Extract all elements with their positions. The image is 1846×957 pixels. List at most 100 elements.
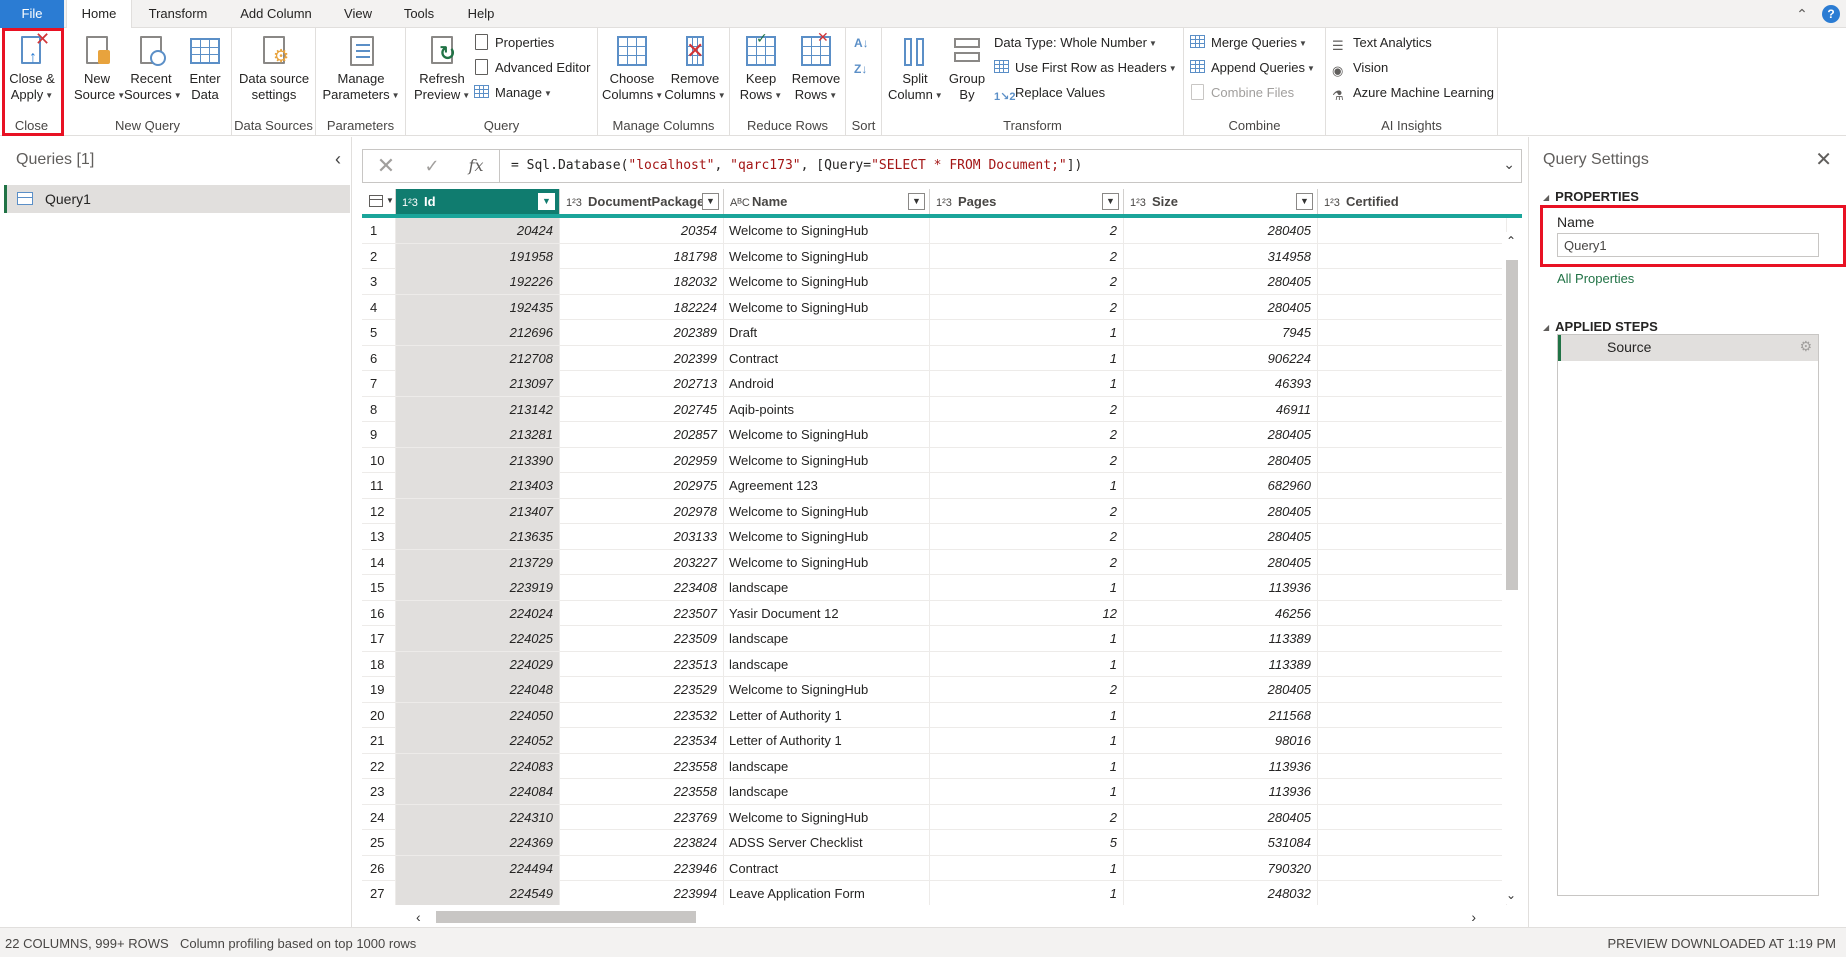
cell-name[interactable]: Welcome to SigningHub — [724, 804, 930, 830]
cell-documentpackageid[interactable]: 203133 — [560, 524, 724, 549]
formula-commit-icon[interactable]: ✓ — [419, 154, 445, 178]
table-row[interactable]: 21 224052 223534 Letter of Authority 1 1 9801… — [362, 728, 1507, 754]
cell-size[interactable]: 211568 — [1124, 702, 1318, 728]
cell-size[interactable]: 280405 — [1124, 422, 1318, 447]
cell-size[interactable]: 790320 — [1124, 855, 1318, 881]
query-list-item[interactable]: Query1 — [4, 185, 350, 213]
tab-add-column[interactable]: Add Column — [228, 0, 324, 28]
cell-pages[interactable]: 1 — [930, 575, 1124, 600]
cell-id[interactable]: 192435 — [396, 294, 560, 320]
cell-size[interactable]: 46393 — [1124, 371, 1318, 396]
cell-id[interactable]: 213390 — [396, 447, 560, 473]
table-row[interactable]: 9 213281 202857 Welcome to SigningHub 2 28040… — [362, 422, 1507, 448]
cell-size[interactable]: 280405 — [1124, 447, 1318, 473]
table-row[interactable]: 18 224029 223513 landscape 1 113389 — [362, 651, 1507, 677]
cell-name[interactable]: ADSS Server Checklist — [724, 830, 930, 855]
cell-id[interactable]: 224083 — [396, 753, 560, 779]
column-profiling-status[interactable]: Column profiling based on top 1000 rows — [180, 936, 416, 951]
column-filter-icon[interactable]: ▼ — [1296, 193, 1313, 210]
gear-icon[interactable]: ⚙ — [1799, 338, 1812, 355]
cell-size[interactable]: 113936 — [1124, 753, 1318, 779]
tab-file[interactable]: File — [0, 0, 64, 28]
table-row[interactable]: 6 212708 202399 Contract 1 906224 — [362, 345, 1507, 371]
cell-size[interactable]: 113389 — [1124, 651, 1318, 677]
cell-size[interactable]: 280405 — [1124, 804, 1318, 830]
cell-pages[interactable]: 5 — [930, 830, 1124, 855]
table-row[interactable]: 8 213142 202745 Aqib-points 2 46911 — [362, 396, 1507, 422]
cell-certified[interactable] — [1318, 422, 1507, 447]
formula-input[interactable]: = Sql.Database("localhost", "qarc173", [… — [511, 158, 1082, 173]
cell-id[interactable]: 224369 — [396, 830, 560, 855]
cell-name[interactable]: Leave Application Form — [724, 881, 930, 905]
cell-id[interactable]: 213142 — [396, 396, 560, 422]
manage-button[interactable]: Manage ▼ — [474, 82, 552, 104]
cell-pages[interactable]: 2 — [930, 677, 1124, 702]
cell-documentpackageid[interactable]: 202745 — [560, 396, 724, 422]
cell-certified[interactable] — [1318, 447, 1507, 473]
cell-documentpackageid[interactable]: 223946 — [560, 855, 724, 881]
cell-pages[interactable]: 2 — [930, 294, 1124, 320]
cell-size[interactable]: 113936 — [1124, 575, 1318, 600]
cell-size[interactable]: 280405 — [1124, 218, 1318, 243]
cell-size[interactable]: 280405 — [1124, 269, 1318, 294]
cell-documentpackageid[interactable]: 182032 — [560, 269, 724, 294]
cell-pages[interactable]: 1 — [930, 753, 1124, 779]
cell-certified[interactable] — [1318, 371, 1507, 396]
cell-id[interactable]: 212708 — [396, 345, 560, 371]
cell-id[interactable]: 224029 — [396, 651, 560, 677]
vertical-scrollbar[interactable]: ⌃ ⌄ — [1502, 232, 1522, 904]
column-filter-icon[interactable]: ▼ — [1102, 193, 1119, 210]
cell-documentpackageid[interactable]: 223507 — [560, 600, 724, 626]
cell-documentpackageid[interactable]: 202975 — [560, 473, 724, 498]
cell-certified[interactable] — [1318, 345, 1507, 371]
collapse-queries-pane-icon[interactable]: ‹ — [335, 149, 341, 170]
cell-id[interactable]: 213635 — [396, 524, 560, 549]
sort-descending-icon[interactable]: Z↓ — [854, 58, 867, 80]
column-header-id[interactable]: 1²3 Id ▼ — [396, 189, 560, 214]
table-row[interactable]: 13 213635 203133 Welcome to SigningHub 2 2804… — [362, 524, 1507, 550]
column-filter-icon[interactable]: ▼ — [538, 193, 555, 210]
cell-id[interactable]: 212696 — [396, 320, 560, 345]
cell-size[interactable]: 7945 — [1124, 320, 1318, 345]
table-row[interactable]: 10 213390 202959 Welcome to SigningHub 2 2804… — [362, 447, 1507, 473]
cell-pages[interactable]: 2 — [930, 447, 1124, 473]
cell-name[interactable]: landscape — [724, 753, 930, 779]
cell-id[interactable]: 224025 — [396, 626, 560, 651]
cell-documentpackageid[interactable]: 202389 — [560, 320, 724, 345]
table-row[interactable]: 26 224494 223946 Contract 1 790320 — [362, 855, 1507, 881]
cell-documentpackageid[interactable]: 202399 — [560, 345, 724, 371]
cell-documentpackageid[interactable]: 202713 — [560, 371, 724, 396]
cell-certified[interactable] — [1318, 855, 1507, 881]
cell-size[interactable]: 531084 — [1124, 830, 1318, 855]
cell-certified[interactable] — [1318, 626, 1507, 651]
cell-pages[interactable]: 1 — [930, 855, 1124, 881]
cell-size[interactable]: 682960 — [1124, 473, 1318, 498]
cell-size[interactable]: 280405 — [1124, 498, 1318, 524]
cell-size[interactable]: 113936 — [1124, 779, 1318, 804]
cell-name[interactable]: Aqib-points — [724, 396, 930, 422]
cell-pages[interactable]: 2 — [930, 269, 1124, 294]
new-source-button[interactable]: New Source ▼ — [74, 32, 125, 112]
table-row[interactable]: 12 213407 202978 Welcome to SigningHub 2 2804… — [362, 498, 1507, 524]
text-analytics-button[interactable]: ☰ Text Analytics — [1332, 32, 1432, 54]
cell-id[interactable]: 213729 — [396, 549, 560, 575]
choose-columns-button[interactable]: Choose Columns ▼ — [602, 32, 663, 112]
cell-id[interactable]: 20424 — [396, 218, 560, 243]
cell-name[interactable]: landscape — [724, 575, 930, 600]
tab-tools[interactable]: Tools — [394, 0, 444, 28]
cell-pages[interactable]: 12 — [930, 600, 1124, 626]
cell-documentpackageid[interactable]: 223994 — [560, 881, 724, 905]
cell-size[interactable]: 314958 — [1124, 243, 1318, 269]
table-row[interactable]: 19 224048 223529 Welcome to SigningHub 2 2804… — [362, 677, 1507, 703]
cell-certified[interactable] — [1318, 549, 1507, 575]
tab-help[interactable]: Help — [458, 0, 504, 28]
refresh-preview-button[interactable]: ↻ Refresh Preview ▼ — [414, 32, 470, 112]
table-row[interactable]: 25 224369 223824 ADSS Server Checklist 5 5310… — [362, 830, 1507, 856]
scroll-right-icon[interactable]: › — [1471, 909, 1476, 925]
cell-name[interactable]: Welcome to SigningHub — [724, 549, 930, 575]
cell-certified[interactable] — [1318, 600, 1507, 626]
cell-certified[interactable] — [1318, 881, 1507, 905]
table-menu-button[interactable]: ▼ — [362, 189, 396, 214]
cell-pages[interactable]: 2 — [930, 524, 1124, 549]
cell-name[interactable]: Welcome to SigningHub — [724, 243, 930, 269]
